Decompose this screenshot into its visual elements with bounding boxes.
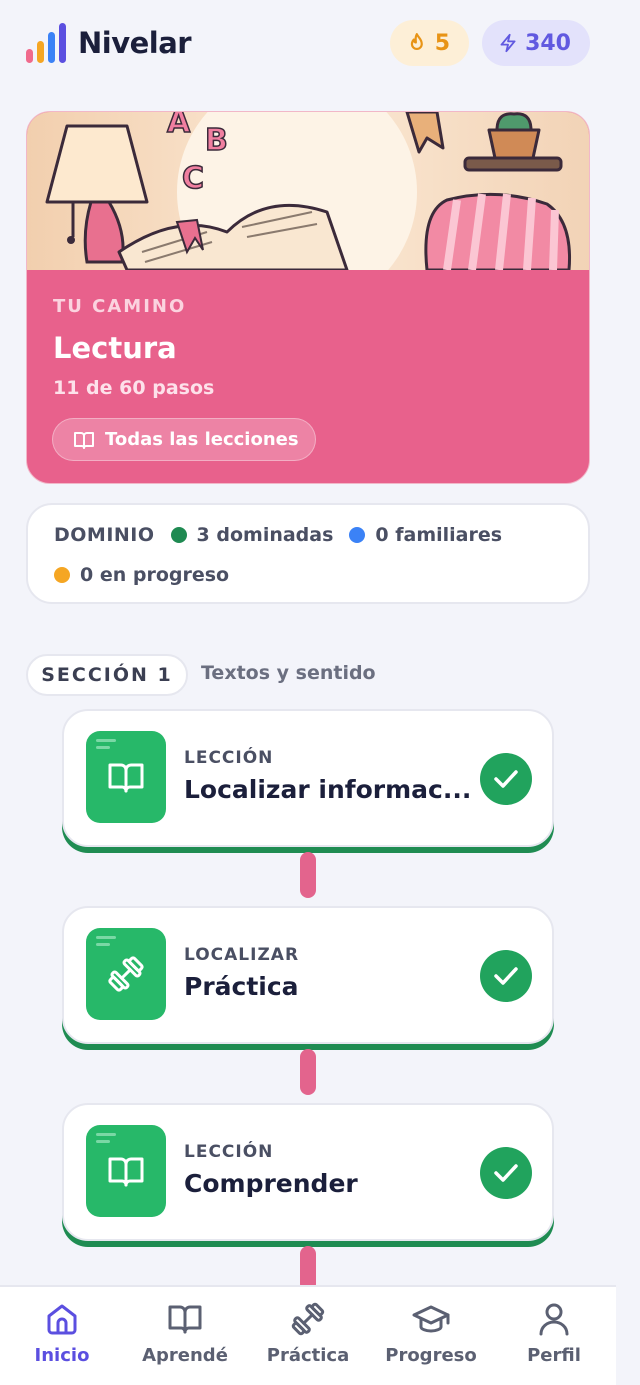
logo-icon [26, 23, 66, 63]
lesson-title: Práctica [184, 972, 299, 1001]
streak-count: 5 [434, 30, 450, 56]
nav-label: Perfil [527, 1345, 581, 1366]
practice-card[interactable]: LOCALIZAR Práctica [62, 906, 554, 1044]
xp-badge[interactable]: 340 [482, 20, 590, 66]
book-icon [108, 1157, 144, 1187]
lesson-card[interactable]: LECCIÓN Localizar informac... [62, 709, 554, 847]
lesson-title: Localizar informac... [184, 775, 472, 804]
nav-item-inicio[interactable]: Inicio [2, 1301, 122, 1366]
mastery-familiar: 0 familiares [349, 524, 502, 546]
path-connector [300, 852, 316, 898]
lesson-kicker: LOCALIZAR [184, 945, 300, 965]
lesson-card[interactable]: LECCIÓN Comprender [62, 1103, 554, 1241]
reading-illustration: A B C [27, 112, 589, 270]
graduation-cap-icon [412, 1305, 450, 1333]
path-connector [300, 1049, 316, 1095]
nav-label: Aprendé [142, 1345, 228, 1366]
path-kicker: TU CAMINO [53, 296, 187, 317]
book-icon [74, 431, 94, 449]
bottom-nav: Inicio Aprendé Práctica Progreso Perfil [0, 1285, 616, 1385]
mastery-summary: DOMINIO 3 dominadas 0 familiares 0 en pr… [26, 503, 590, 604]
svg-text:B: B [205, 123, 228, 158]
path-info: TU CAMINO Lectura 11 de 60 pasos Todas l… [27, 270, 589, 483]
flame-icon [410, 33, 423, 50]
lesson-icon [86, 928, 166, 1020]
bolt-icon [500, 33, 516, 53]
app-name: Nivelar [78, 26, 192, 60]
lesson-icon [86, 1125, 166, 1217]
nav-item-practica[interactable]: Práctica [248, 1301, 368, 1366]
mastery-label: DOMINIO [54, 524, 155, 546]
lesson-icon [86, 731, 166, 823]
home-icon [47, 1304, 77, 1335]
status-dot [170, 527, 187, 543]
path-card[interactable]: A B C TU CAMINO Lectura 11 de 60 pasos T… [26, 111, 590, 484]
header-stats: 5 340 [390, 20, 590, 66]
section-badge: SECCIÓN 1 [26, 654, 188, 696]
completed-check-icon [480, 950, 532, 1002]
nav-item-perfil[interactable]: Perfil [494, 1301, 614, 1366]
svg-text:C: C [182, 161, 204, 196]
nav-label: Inicio [34, 1345, 90, 1366]
app-header: Nivelar 5 340 [0, 0, 640, 86]
user-icon [539, 1303, 569, 1336]
mastery-in-progress: 0 en progreso [54, 564, 229, 586]
nav-item-progreso[interactable]: Progreso [371, 1301, 491, 1366]
lesson-kicker: LECCIÓN [184, 1142, 274, 1162]
lesson-kicker: LECCIÓN [184, 748, 274, 768]
path-title: Lectura [53, 331, 177, 365]
nav-item-aprende[interactable]: Aprendé [125, 1301, 245, 1366]
all-lessons-button[interactable]: Todas las lecciones [52, 418, 316, 461]
mastery-mastered: 3 dominadas [170, 524, 333, 546]
status-dot [349, 527, 366, 543]
all-lessons-label: Todas las lecciones [105, 429, 299, 450]
book-icon [168, 1305, 202, 1334]
nav-label: Progreso [385, 1345, 477, 1366]
nav-label: Práctica [266, 1345, 350, 1366]
path-progress-text: 11 de 60 pasos [53, 377, 215, 399]
streak-badge[interactable]: 5 [390, 20, 469, 66]
lesson-title: Comprender [184, 1169, 358, 1198]
book-icon [108, 763, 144, 793]
xp-count: 340 [525, 30, 571, 56]
completed-check-icon [480, 753, 532, 805]
brand[interactable]: Nivelar [26, 23, 192, 63]
dumbbell-icon [108, 956, 144, 992]
section-subtitle: Textos y sentido [201, 662, 376, 684]
completed-check-icon [480, 1147, 532, 1199]
dumbbell-icon [291, 1302, 325, 1336]
svg-text:A: A [167, 112, 191, 140]
status-dot [54, 567, 70, 583]
